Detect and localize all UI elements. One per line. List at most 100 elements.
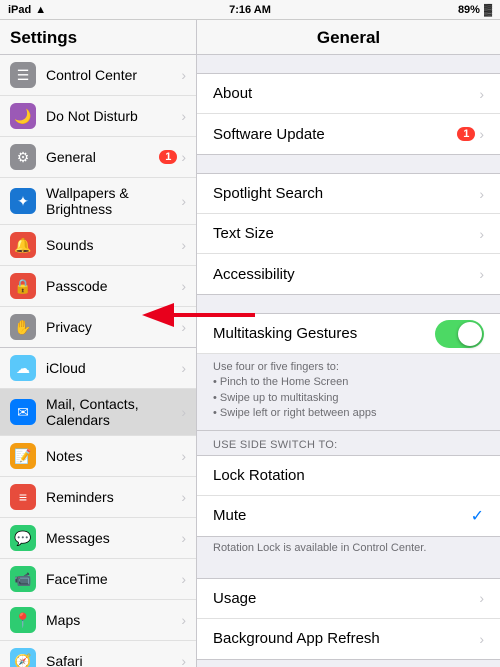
sidebar-item-privacy[interactable]: ✋ Privacy›: [0, 307, 196, 347]
mute-checkmark: ✓: [471, 506, 484, 526]
do-not-disturb-chevron: ›: [181, 108, 186, 124]
safari-icon: 🧭: [10, 648, 36, 667]
about-label: About: [213, 85, 479, 102]
sidebar-item-label-do-not-disturb: Do Not Disturb: [46, 108, 181, 124]
battery-percent: 89%: [458, 4, 480, 16]
row-spotlight[interactable]: Spotlight Search ›: [197, 174, 500, 214]
sidebar-item-mail[interactable]: ✉ Mail, Contacts, Calendars›: [0, 389, 196, 436]
safari-chevron: ›: [181, 653, 186, 667]
accessibility-chevron: ›: [479, 266, 484, 282]
sidebar-item-label-privacy: Privacy: [46, 319, 181, 335]
settings-group-1: About › Software Update 1 ›: [197, 73, 500, 155]
row-mute[interactable]: Mute ✓: [197, 496, 500, 536]
lock-rotation-label: Lock Rotation: [213, 467, 484, 484]
sidebar-item-icloud[interactable]: ☁ iCloud›: [0, 348, 196, 389]
sidebar-item-notes[interactable]: 📝Notes›: [0, 436, 196, 477]
sidebar-title: Settings: [10, 28, 77, 47]
sidebar-item-label-messages: Messages: [46, 530, 181, 546]
sidebar-item-messages[interactable]: 💬Messages›: [0, 518, 196, 559]
sidebar-item-label-control-center: Control Center: [46, 67, 181, 83]
row-usage[interactable]: Usage ›: [197, 579, 500, 619]
usage-chevron: ›: [479, 590, 484, 606]
sidebar-item-control-center[interactable]: ☰Control Center›: [0, 55, 196, 96]
carrier-label: iPad: [8, 4, 31, 16]
control-center-icon: ☰: [10, 62, 36, 88]
content-header: General: [197, 20, 500, 55]
sidebar-item-general[interactable]: ⚙ General1 ›: [0, 137, 196, 178]
rotation-note: Rotation Lock is available in Control Ce…: [197, 537, 500, 560]
sidebar-item-label-mail: Mail, Contacts, Calendars: [46, 396, 181, 428]
facetime-chevron: ›: [181, 571, 186, 587]
background-refresh-label: Background App Refresh: [213, 630, 479, 647]
battery-icon: ▓: [484, 4, 492, 16]
sidebar-item-passcode[interactable]: 🔒Passcode›: [0, 266, 196, 307]
passcode-icon: 🔒: [10, 273, 36, 299]
status-time: 7:16 AM: [229, 4, 271, 16]
reminders-icon: ≡: [10, 484, 36, 510]
multitasking-toggle[interactable]: [435, 320, 484, 348]
sounds-chevron: ›: [181, 237, 186, 253]
text-size-label: Text Size: [213, 225, 479, 242]
wifi-icon: ▲: [35, 4, 46, 16]
spotlight-label: Spotlight Search: [213, 185, 479, 202]
main-container: Settings ☰Control Center›🌙Do Not Disturb…: [0, 20, 500, 667]
multitasking-toggle-knob: [458, 322, 482, 346]
privacy-icon: ✋: [10, 314, 36, 340]
sidebar-section: ☁iCloud›✉Mail, Contacts, Calendars›📝Note…: [0, 348, 196, 667]
sidebar: Settings ☰Control Center›🌙Do Not Disturb…: [0, 20, 197, 667]
icloud-icon: ☁: [10, 355, 36, 381]
row-accessibility[interactable]: Accessibility ›: [197, 254, 500, 294]
sounds-icon: 🔔: [10, 232, 36, 258]
sidebar-header: Settings: [0, 20, 196, 55]
software-update-badge: 1: [457, 127, 475, 141]
accessibility-label: Accessibility: [213, 266, 479, 283]
wallpapers-icon: ✦: [10, 188, 36, 214]
sidebar-item-label-passcode: Passcode: [46, 278, 181, 294]
sidebar-item-safari[interactable]: 🧭 Safari›: [0, 641, 196, 667]
row-software-update[interactable]: Software Update 1 ›: [197, 114, 500, 154]
content-area[interactable]: General About › Software Update 1 › Spot…: [197, 20, 500, 667]
mail-icon: ✉: [10, 399, 36, 425]
status-left: iPad ▲: [8, 4, 46, 16]
row-background-refresh[interactable]: Background App Refresh ›: [197, 619, 500, 659]
status-bar: iPad ▲ 7:16 AM 89% ▓: [0, 0, 500, 20]
icloud-chevron: ›: [181, 360, 186, 376]
wallpapers-chevron: ›: [181, 193, 186, 209]
side-switch-group: Lock Rotation Mute ✓: [197, 455, 500, 537]
sidebar-item-wallpapers[interactable]: ✦Wallpapers & Brightness›: [0, 178, 196, 225]
sidebar-item-label-maps: Maps: [46, 612, 181, 628]
section-group3: Multitasking Gestures Use four or five f…: [197, 313, 500, 431]
reminders-chevron: ›: [181, 489, 186, 505]
background-refresh-chevron: ›: [479, 631, 484, 647]
sidebar-item-maps[interactable]: 📍Maps›: [0, 600, 196, 641]
sidebar-item-facetime[interactable]: 📹FaceTime›: [0, 559, 196, 600]
row-text-size[interactable]: Text Size ›: [197, 214, 500, 254]
about-chevron: ›: [479, 86, 484, 102]
sidebar-section: ☰Control Center›🌙Do Not Disturb›⚙General…: [0, 55, 196, 348]
general-badge: 1: [159, 150, 177, 164]
sidebar-item-reminders[interactable]: ≡Reminders›: [0, 477, 196, 518]
general-chevron: ›: [181, 149, 186, 165]
sidebar-item-do-not-disturb[interactable]: 🌙Do Not Disturb›: [0, 96, 196, 137]
privacy-chevron: ›: [181, 319, 186, 335]
general-icon: ⚙: [10, 144, 36, 170]
multitasking-info: Use four or five fingers to: • Pinch to …: [197, 354, 500, 430]
row-lock-rotation[interactable]: Lock Rotation: [197, 456, 500, 496]
row-about[interactable]: About ›: [197, 74, 500, 114]
spotlight-chevron: ›: [479, 186, 484, 202]
sidebar-item-label-icloud: iCloud: [46, 360, 181, 376]
row-multitasking[interactable]: Multitasking Gestures: [197, 314, 500, 354]
messages-chevron: ›: [181, 530, 186, 546]
mute-label: Mute: [213, 507, 471, 524]
mail-chevron: ›: [181, 404, 186, 420]
side-switch-label: USE SIDE SWITCH TO:: [197, 431, 500, 455]
maps-icon: 📍: [10, 607, 36, 633]
status-right: 89% ▓: [458, 4, 492, 16]
sidebar-item-label-safari: Safari: [46, 653, 181, 667]
text-size-chevron: ›: [479, 226, 484, 242]
content-title: General: [317, 28, 380, 47]
sidebar-item-sounds[interactable]: 🔔 Sounds›: [0, 225, 196, 266]
sidebar-item-label-sounds: Sounds: [46, 237, 181, 253]
sidebar-item-label-general: General: [46, 149, 159, 165]
section-group1: About › Software Update 1 ›: [197, 73, 500, 155]
